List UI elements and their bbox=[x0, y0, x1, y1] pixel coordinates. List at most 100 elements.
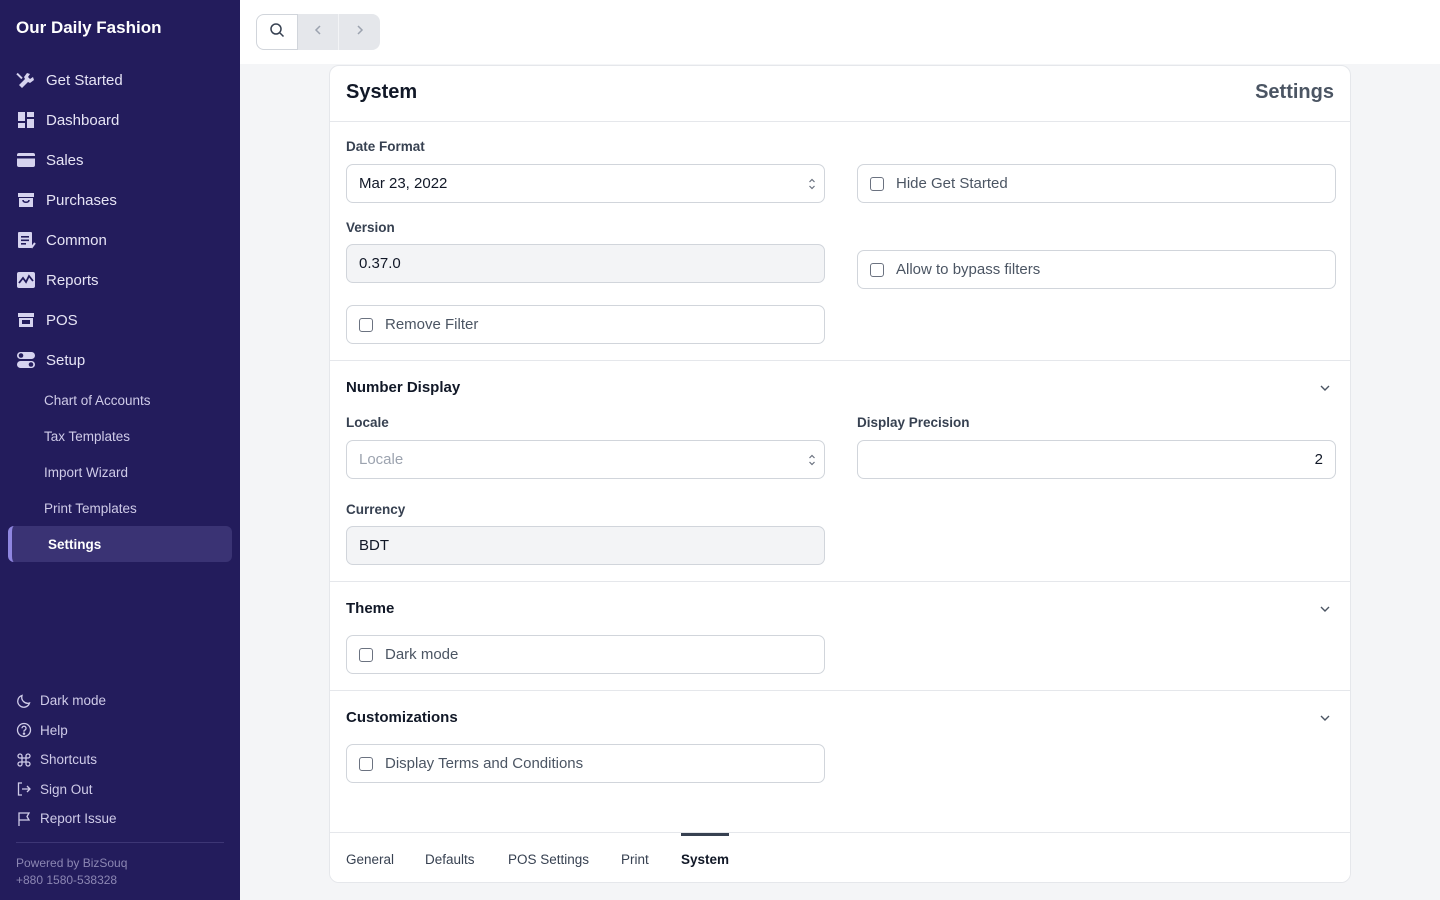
chevron-down-icon[interactable] bbox=[1318, 711, 1332, 725]
shortcuts-link[interactable]: Shortcuts bbox=[16, 745, 117, 775]
wrench-icon bbox=[16, 70, 36, 90]
command-icon bbox=[16, 752, 32, 768]
date-format-label: Date Format bbox=[346, 139, 425, 154]
settings-heading: Settings bbox=[1255, 81, 1334, 103]
chevron-right-icon bbox=[354, 23, 366, 41]
sidebar-item-label: Purchases bbox=[46, 191, 117, 209]
tab-general[interactable]: General bbox=[346, 833, 394, 882]
updown-icon bbox=[809, 454, 815, 466]
display-precision-label: Display Precision bbox=[857, 415, 970, 430]
version-value: 0.37.0 bbox=[359, 255, 401, 272]
sidebar-bottom-links: Dark mode Help Shortcuts Sign Out Report… bbox=[16, 686, 117, 834]
checkbox-box bbox=[359, 756, 373, 771]
hide-get-started-checkbox[interactable]: Hide Get Started bbox=[857, 164, 1336, 203]
card-header: System Settings bbox=[330, 66, 1350, 122]
version-field: 0.37.0 bbox=[346, 244, 825, 283]
page-title: System bbox=[346, 81, 418, 103]
currency-label: Currency bbox=[346, 502, 406, 517]
settings-tabs: General Defaults POS Settings Print Syst… bbox=[330, 832, 1350, 882]
sidebar-subitem-import-wizard[interactable]: Import Wizard bbox=[0, 454, 240, 490]
sidebar-item-label: Setup bbox=[46, 351, 86, 369]
display-precision-value: 2 bbox=[1314, 451, 1323, 468]
tab-print[interactable]: Print bbox=[621, 833, 649, 882]
chevron-down-icon[interactable] bbox=[1318, 381, 1332, 395]
number-display-title: Number Display bbox=[346, 379, 461, 396]
date-format-value: Mar 23, 2022 bbox=[359, 175, 448, 192]
sidebar-subitem-tax-templates[interactable]: Tax Templates bbox=[0, 418, 240, 454]
remove-filter-label: Remove Filter bbox=[385, 316, 479, 333]
chevron-down-icon[interactable] bbox=[1318, 602, 1332, 616]
back-button[interactable] bbox=[298, 14, 339, 50]
locale-placeholder: Locale bbox=[359, 451, 404, 468]
hide-get-started-label: Hide Get Started bbox=[896, 175, 1008, 192]
powered-by-text: Powered by BizSouq bbox=[16, 856, 128, 870]
dashboard-icon bbox=[16, 110, 36, 130]
section-divider bbox=[330, 690, 1350, 691]
sidebar-item-label: POS bbox=[46, 311, 78, 329]
search-icon bbox=[269, 22, 285, 43]
setup-subnav: Chart of Accounts Tax Templates Import W… bbox=[0, 382, 240, 562]
sidebar-divider bbox=[16, 842, 224, 843]
customizations-title: Customizations bbox=[346, 709, 458, 726]
tab-defaults[interactable]: Defaults bbox=[425, 833, 475, 882]
sidebar-item-common[interactable]: Common bbox=[0, 220, 240, 260]
brand-name: Our Daily Fashion bbox=[16, 18, 162, 37]
settings-card: System Settings Date Format Mar 23, 2022… bbox=[329, 65, 1351, 883]
chart-icon bbox=[16, 270, 36, 290]
dark-mode-checkbox[interactable]: Dark mode bbox=[346, 635, 825, 674]
version-label: Version bbox=[346, 220, 395, 235]
sidebar-nav: Get Started Dashboard Sales Purchases Co… bbox=[0, 60, 240, 562]
sidebar-item-purchases[interactable]: Purchases bbox=[0, 180, 240, 220]
toggle-icon bbox=[16, 350, 36, 370]
sidebar-item-label: Dashboard bbox=[46, 111, 120, 129]
checkbox-box bbox=[870, 262, 884, 277]
theme-title: Theme bbox=[346, 600, 395, 617]
sidebar-item-sales[interactable]: Sales bbox=[0, 140, 240, 180]
help-link[interactable]: Help bbox=[16, 716, 117, 746]
sidebar-item-setup[interactable]: Setup bbox=[0, 340, 240, 380]
currency-field: BDT bbox=[346, 526, 825, 565]
dark-mode-link[interactable]: Dark mode bbox=[16, 686, 117, 716]
forward-button[interactable] bbox=[339, 14, 380, 50]
dark-mode-checkbox-label: Dark mode bbox=[385, 646, 459, 663]
locale-select[interactable]: Locale bbox=[346, 440, 825, 479]
tab-system[interactable]: System bbox=[681, 833, 730, 882]
sidebar-subitem-print-templates[interactable]: Print Templates bbox=[0, 490, 240, 526]
sidebar-subitem-settings[interactable]: Settings bbox=[8, 526, 232, 562]
display-terms-checkbox[interactable]: Display Terms and Conditions bbox=[346, 744, 825, 783]
bag-icon bbox=[16, 190, 36, 210]
support-phone: +880 1580-538328 bbox=[16, 873, 118, 887]
sidebar-item-reports[interactable]: Reports bbox=[0, 260, 240, 300]
help-icon bbox=[16, 722, 32, 738]
checkbox-box bbox=[870, 176, 884, 191]
report-issue-link[interactable]: Report Issue bbox=[16, 804, 117, 834]
search-button[interactable] bbox=[256, 14, 298, 50]
section-divider bbox=[330, 581, 1350, 582]
powered-by: Powered by BizSouq +880 1580-538328 bbox=[16, 855, 127, 889]
tab-pos-settings[interactable]: POS Settings bbox=[508, 833, 589, 882]
checkbox-box bbox=[359, 317, 373, 332]
store-icon bbox=[16, 310, 36, 330]
sign-out-link[interactable]: Sign Out bbox=[16, 775, 117, 805]
updown-icon bbox=[809, 178, 815, 190]
sidebar-item-get-started[interactable]: Get Started bbox=[0, 60, 240, 100]
sidebar: Our Daily Fashion Get Started Dashboard … bbox=[0, 0, 240, 900]
sidebar-subitem-chart-of-accounts[interactable]: Chart of Accounts bbox=[0, 382, 240, 418]
sidebar-item-pos[interactable]: POS bbox=[0, 300, 240, 340]
allow-bypass-filters-checkbox[interactable]: Allow to bypass filters bbox=[857, 250, 1336, 289]
shortcuts-label: Shortcuts bbox=[40, 752, 98, 768]
sidebar-item-dashboard[interactable]: Dashboard bbox=[0, 100, 240, 140]
section-divider bbox=[330, 360, 1350, 361]
list-icon bbox=[16, 230, 36, 250]
dark-mode-label: Dark mode bbox=[40, 693, 107, 709]
display-terms-label: Display Terms and Conditions bbox=[385, 755, 584, 772]
card-icon bbox=[16, 150, 36, 170]
report-issue-label: Report Issue bbox=[40, 811, 117, 827]
chevron-left-icon bbox=[312, 23, 324, 41]
display-precision-input[interactable]: 2 bbox=[857, 440, 1336, 479]
top-bar bbox=[240, 0, 1440, 64]
date-format-select[interactable]: Mar 23, 2022 bbox=[346, 164, 825, 203]
remove-filter-checkbox[interactable]: Remove Filter bbox=[346, 305, 825, 344]
sidebar-item-label: Get Started bbox=[46, 71, 123, 89]
allow-bypass-filters-label: Allow to bypass filters bbox=[896, 261, 1041, 278]
